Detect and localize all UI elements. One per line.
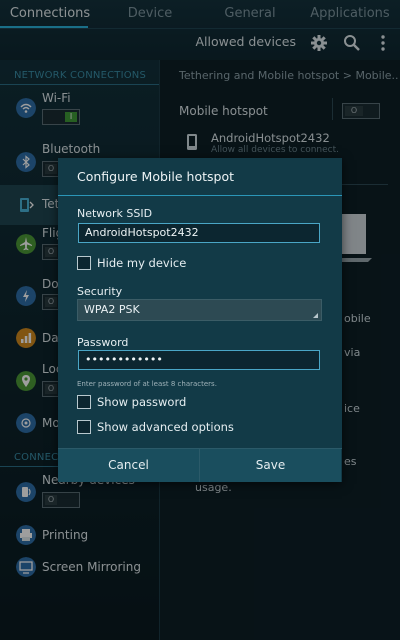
password-hint: Enter password of at least 8 characters.	[77, 380, 217, 388]
security-label: Security	[77, 285, 123, 298]
show-password-label: Show password	[97, 395, 187, 409]
dialog-title: Configure Mobile hotspot	[77, 169, 235, 184]
dialog-title-divider	[58, 195, 342, 196]
security-select[interactable]: WPA2 PSK	[77, 299, 322, 321]
configure-hotspot-dialog: Configure Mobile hotspot Network SSID Hi…	[58, 158, 342, 482]
hide-device-checkbox[interactable]	[77, 256, 91, 270]
security-value: WPA2 PSK	[84, 303, 140, 316]
dropdown-corner-icon	[313, 313, 318, 318]
hide-device-label: Hide my device	[97, 256, 187, 270]
ssid-label: Network SSID	[77, 207, 153, 220]
show-advanced-checkbox[interactable]	[77, 420, 91, 434]
cancel-button[interactable]: Cancel	[58, 449, 199, 482]
ssid-input[interactable]	[78, 223, 320, 243]
password-input[interactable]	[78, 350, 320, 370]
password-label: Password	[77, 336, 129, 349]
save-button[interactable]: Save	[200, 449, 341, 482]
show-advanced-label: Show advanced options	[97, 420, 234, 434]
show-password-checkbox[interactable]	[77, 395, 91, 409]
